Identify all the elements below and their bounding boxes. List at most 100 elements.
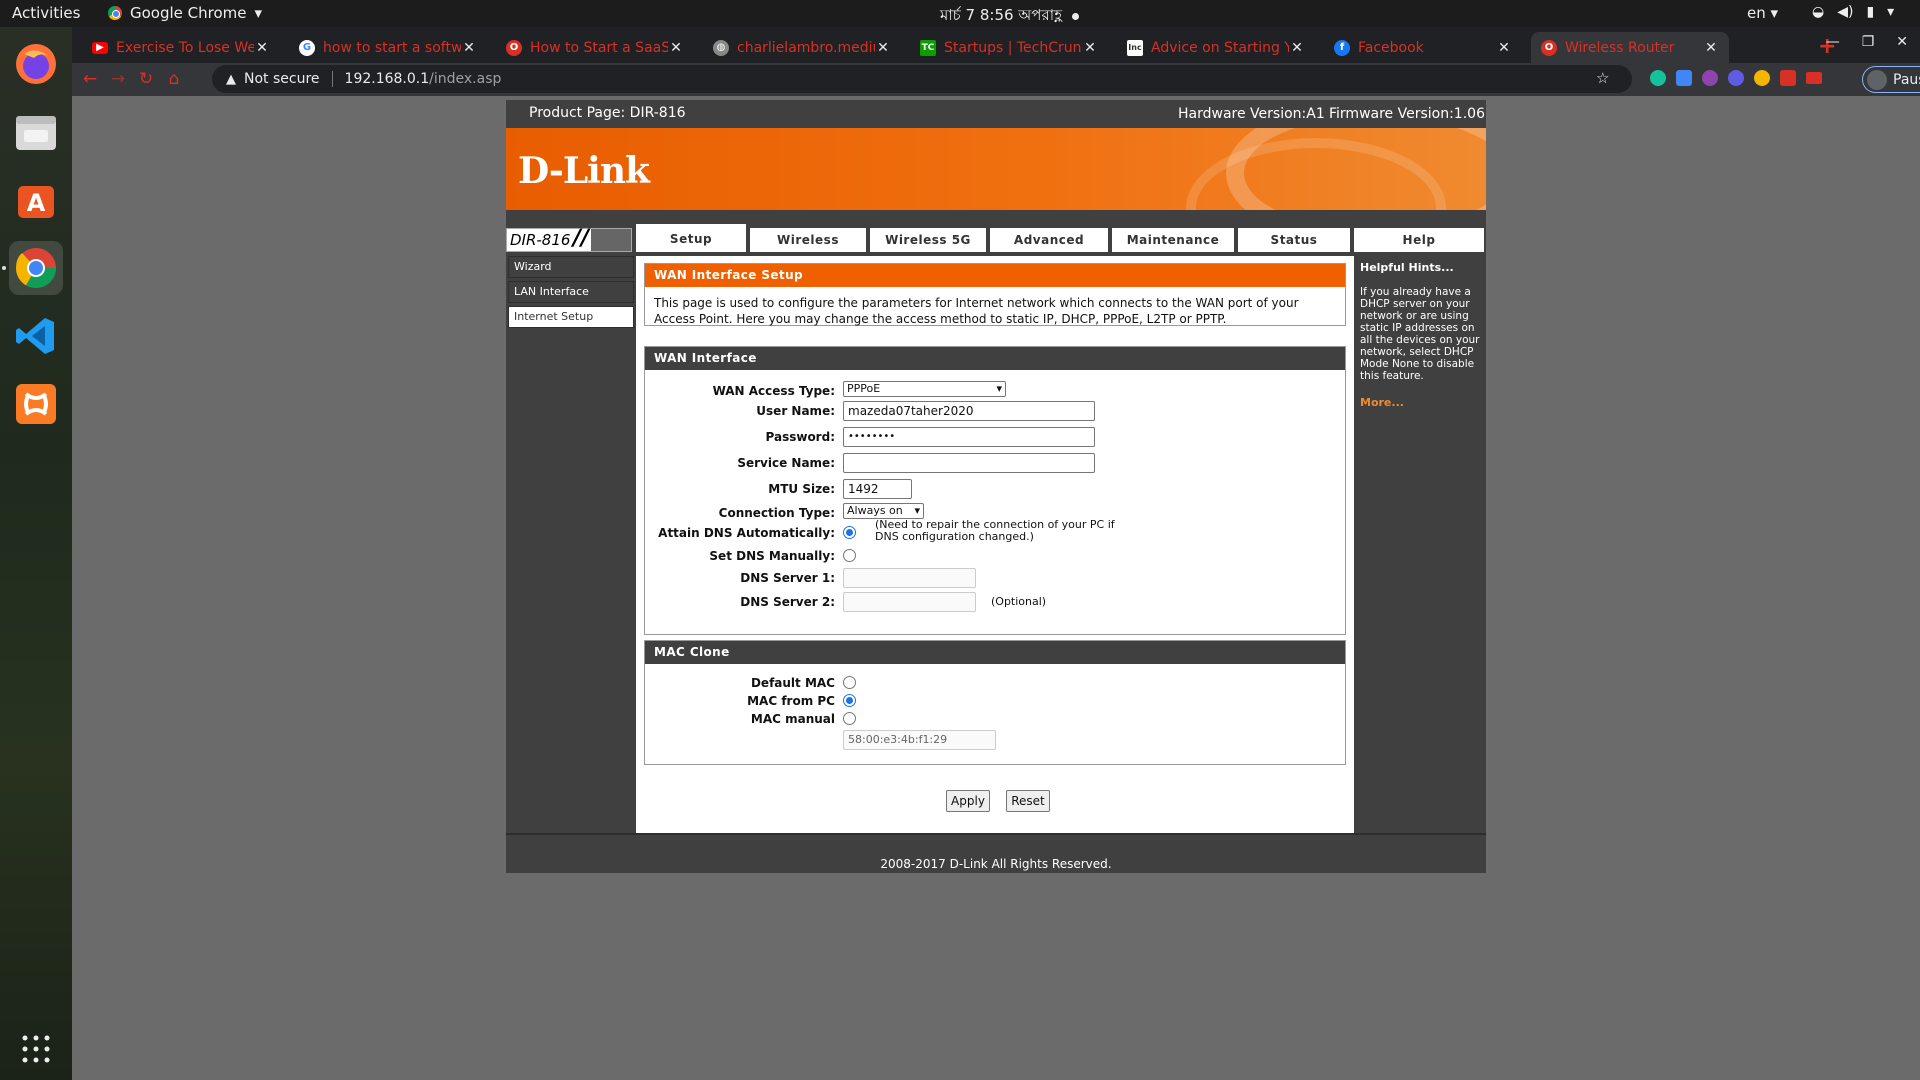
tab-status[interactable]: Status — [1238, 228, 1350, 252]
router-admin-panel: Product Page: DIR-816 Hardware Version:A… — [506, 100, 1486, 873]
language-selector[interactable]: en ▾ — [1747, 4, 1778, 22]
mtu-input[interactable]: 1492 — [843, 479, 912, 499]
vscode-icon[interactable] — [9, 309, 63, 363]
warning-triangle-icon[interactable]: ▲ — [226, 72, 236, 87]
activities-button[interactable]: Activities — [12, 4, 80, 22]
username-row: User Name: mazeda07taher2020 — [645, 401, 1347, 421]
connection-type-select[interactable]: Always on — [843, 503, 924, 519]
close-icon[interactable]: ✕ — [254, 40, 270, 56]
coin-extension-icon[interactable] — [1754, 70, 1770, 86]
tab-wireless-5g[interactable]: Wireless 5G — [870, 228, 986, 252]
show-apps-icon[interactable] — [9, 1022, 63, 1076]
back-arrow-icon[interactable]: ← — [78, 69, 102, 89]
mac-manual-input[interactable]: 58:00:e3:4b:f1:29 — [843, 730, 996, 750]
files-icon[interactable] — [9, 105, 63, 159]
globe-icon: ◍ — [713, 39, 729, 56]
service-name-input[interactable] — [843, 453, 1095, 473]
router-nav-tabs: DIR-816 // Setup Wireless Wireless 5G Ad… — [506, 224, 1486, 252]
close-icon[interactable]: ✕ — [1496, 40, 1512, 56]
opera-icon: O — [506, 39, 522, 56]
maximize-icon[interactable]: ❐ — [1862, 34, 1875, 50]
left-nav-internet-setup[interactable]: Internet Setup — [508, 306, 634, 328]
tab-software[interactable]: G how to start a softw ✕ — [289, 32, 487, 63]
left-nav-wizard[interactable]: Wizard — [508, 256, 634, 278]
grammarly-icon[interactable] — [1650, 70, 1666, 86]
tab-facebook[interactable]: f Facebook ✕ — [1324, 32, 1522, 63]
close-icon[interactable]: ✕ — [461, 40, 477, 56]
tab-setup[interactable]: Setup — [636, 224, 746, 252]
dns1-input[interactable] — [843, 568, 976, 588]
gnome-top-bar: Activities Google Chrome ▾ মার্চ 7 8:56 … — [0, 0, 1920, 27]
app-menu[interactable]: Google Chrome ▾ — [108, 4, 262, 22]
default-mac-label: Default MAC — [750, 676, 835, 690]
mac-from-pc-radio[interactable] — [843, 694, 856, 707]
tab-techcrunch[interactable]: TC Startups | TechCrunc ✕ — [910, 32, 1108, 63]
profile-paused-button[interactable]: Paused — [1862, 66, 1920, 93]
tab-medium[interactable]: ◍ charlielambro.mediu ✕ — [703, 32, 901, 63]
reset-button[interactable]: Reset — [1006, 790, 1050, 812]
service-name-label: Service Name: — [737, 456, 835, 470]
system-tray[interactable]: ◒ ◀) ▮ ▾ — [1812, 4, 1894, 20]
ubuntu-dock: A — [0, 27, 72, 1080]
left-nav-lan-interface[interactable]: LAN Interface — [508, 281, 634, 303]
play-extension-icon[interactable] — [1728, 70, 1744, 86]
wifi-icon: ◒ — [1812, 4, 1825, 20]
minimize-icon[interactable]: — — [1826, 34, 1840, 50]
youtube-icon: ▶ — [92, 41, 108, 54]
chrome-icon — [108, 6, 122, 20]
software-store-icon[interactable]: A — [9, 173, 63, 227]
mac-manual-row: MAC manual — [645, 709, 1347, 729]
clock[interactable]: মার্চ 7 8:56 অপরাহ্ণ — [940, 4, 1079, 29]
set-dns-radio[interactable] — [843, 549, 856, 562]
section-title: WAN Interface Setup — [645, 264, 1345, 287]
translate-icon[interactable] — [1676, 70, 1692, 86]
dlink-logo: D-Link — [518, 150, 650, 192]
bookmark-star-icon[interactable]: ☆ — [1596, 69, 1609, 87]
attain-dns-radio[interactable] — [843, 526, 856, 539]
reading-list-icon[interactable] — [1806, 72, 1822, 84]
google-icon: G — [299, 39, 315, 56]
extension-badge-icon[interactable] — [1702, 70, 1718, 86]
close-icon[interactable]: ✕ — [875, 40, 891, 56]
chrome-icon[interactable] — [9, 241, 63, 295]
tab-advanced[interactable]: Advanced — [990, 228, 1108, 252]
techcrunch-icon: TC — [920, 39, 936, 56]
home-icon[interactable]: ⌂ — [162, 69, 186, 89]
tab-wireless[interactable]: Wireless — [750, 228, 866, 252]
password-input[interactable]: •••••••• — [843, 427, 1095, 447]
chevron-down-icon: ▾ — [1887, 4, 1895, 20]
username-input[interactable]: mazeda07taher2020 — [843, 401, 1095, 421]
close-icon[interactable]: ✕ — [1082, 40, 1098, 56]
address-bar[interactable]: ▲ Not secure 192.168.0.1/index.asp — [212, 65, 1632, 93]
product-page-label: Product Page: DIR-816 — [529, 105, 686, 121]
close-icon[interactable]: ✕ — [1703, 40, 1719, 56]
firefox-icon[interactable] — [9, 37, 63, 91]
default-mac-radio[interactable] — [843, 676, 856, 689]
xampp-icon[interactable] — [9, 377, 63, 431]
puzzle-icon[interactable] — [1780, 70, 1796, 86]
hints-text: If you already have a DHCP server on you… — [1360, 286, 1480, 382]
close-window-icon[interactable]: ✕ — [1896, 34, 1908, 50]
tab-saas[interactable]: O How to Start a SaaS ✕ — [496, 32, 694, 63]
apply-button[interactable]: Apply — [946, 790, 990, 812]
reload-icon[interactable]: ↻ — [134, 69, 158, 89]
tab-maintenance[interactable]: Maintenance — [1112, 228, 1234, 252]
url-path: /index.asp — [429, 71, 502, 87]
hints-title: Helpful Hints... — [1360, 261, 1454, 274]
close-icon[interactable]: ✕ — [668, 40, 684, 56]
mac-manual-radio[interactable] — [843, 712, 856, 725]
tab-wireless-router[interactable]: O Wireless Router ✕ — [1531, 32, 1729, 63]
app-name: Google Chrome — [130, 4, 247, 22]
close-icon[interactable]: ✕ — [1289, 40, 1305, 56]
set-dns-label: Set DNS Manually: — [709, 549, 835, 563]
mac-clone-section: MAC Clone Default MAC MAC from PC MAC ma… — [644, 640, 1346, 765]
tab-exercise[interactable]: ▶ Exercise To Lose Wei ✕ — [82, 32, 280, 63]
tab-help[interactable]: Help — [1354, 228, 1484, 252]
volume-icon: ◀) — [1837, 4, 1854, 20]
security-label[interactable]: Not secure — [244, 71, 320, 87]
wan-access-type-select[interactable]: PPPoE — [843, 381, 1006, 397]
hints-more-link[interactable]: More... — [1360, 396, 1404, 409]
forward-arrow-icon[interactable]: → — [106, 69, 130, 89]
dns2-input[interactable] — [843, 592, 976, 612]
tab-advice[interactable]: Inc Advice on Starting Y ✕ — [1117, 32, 1315, 63]
